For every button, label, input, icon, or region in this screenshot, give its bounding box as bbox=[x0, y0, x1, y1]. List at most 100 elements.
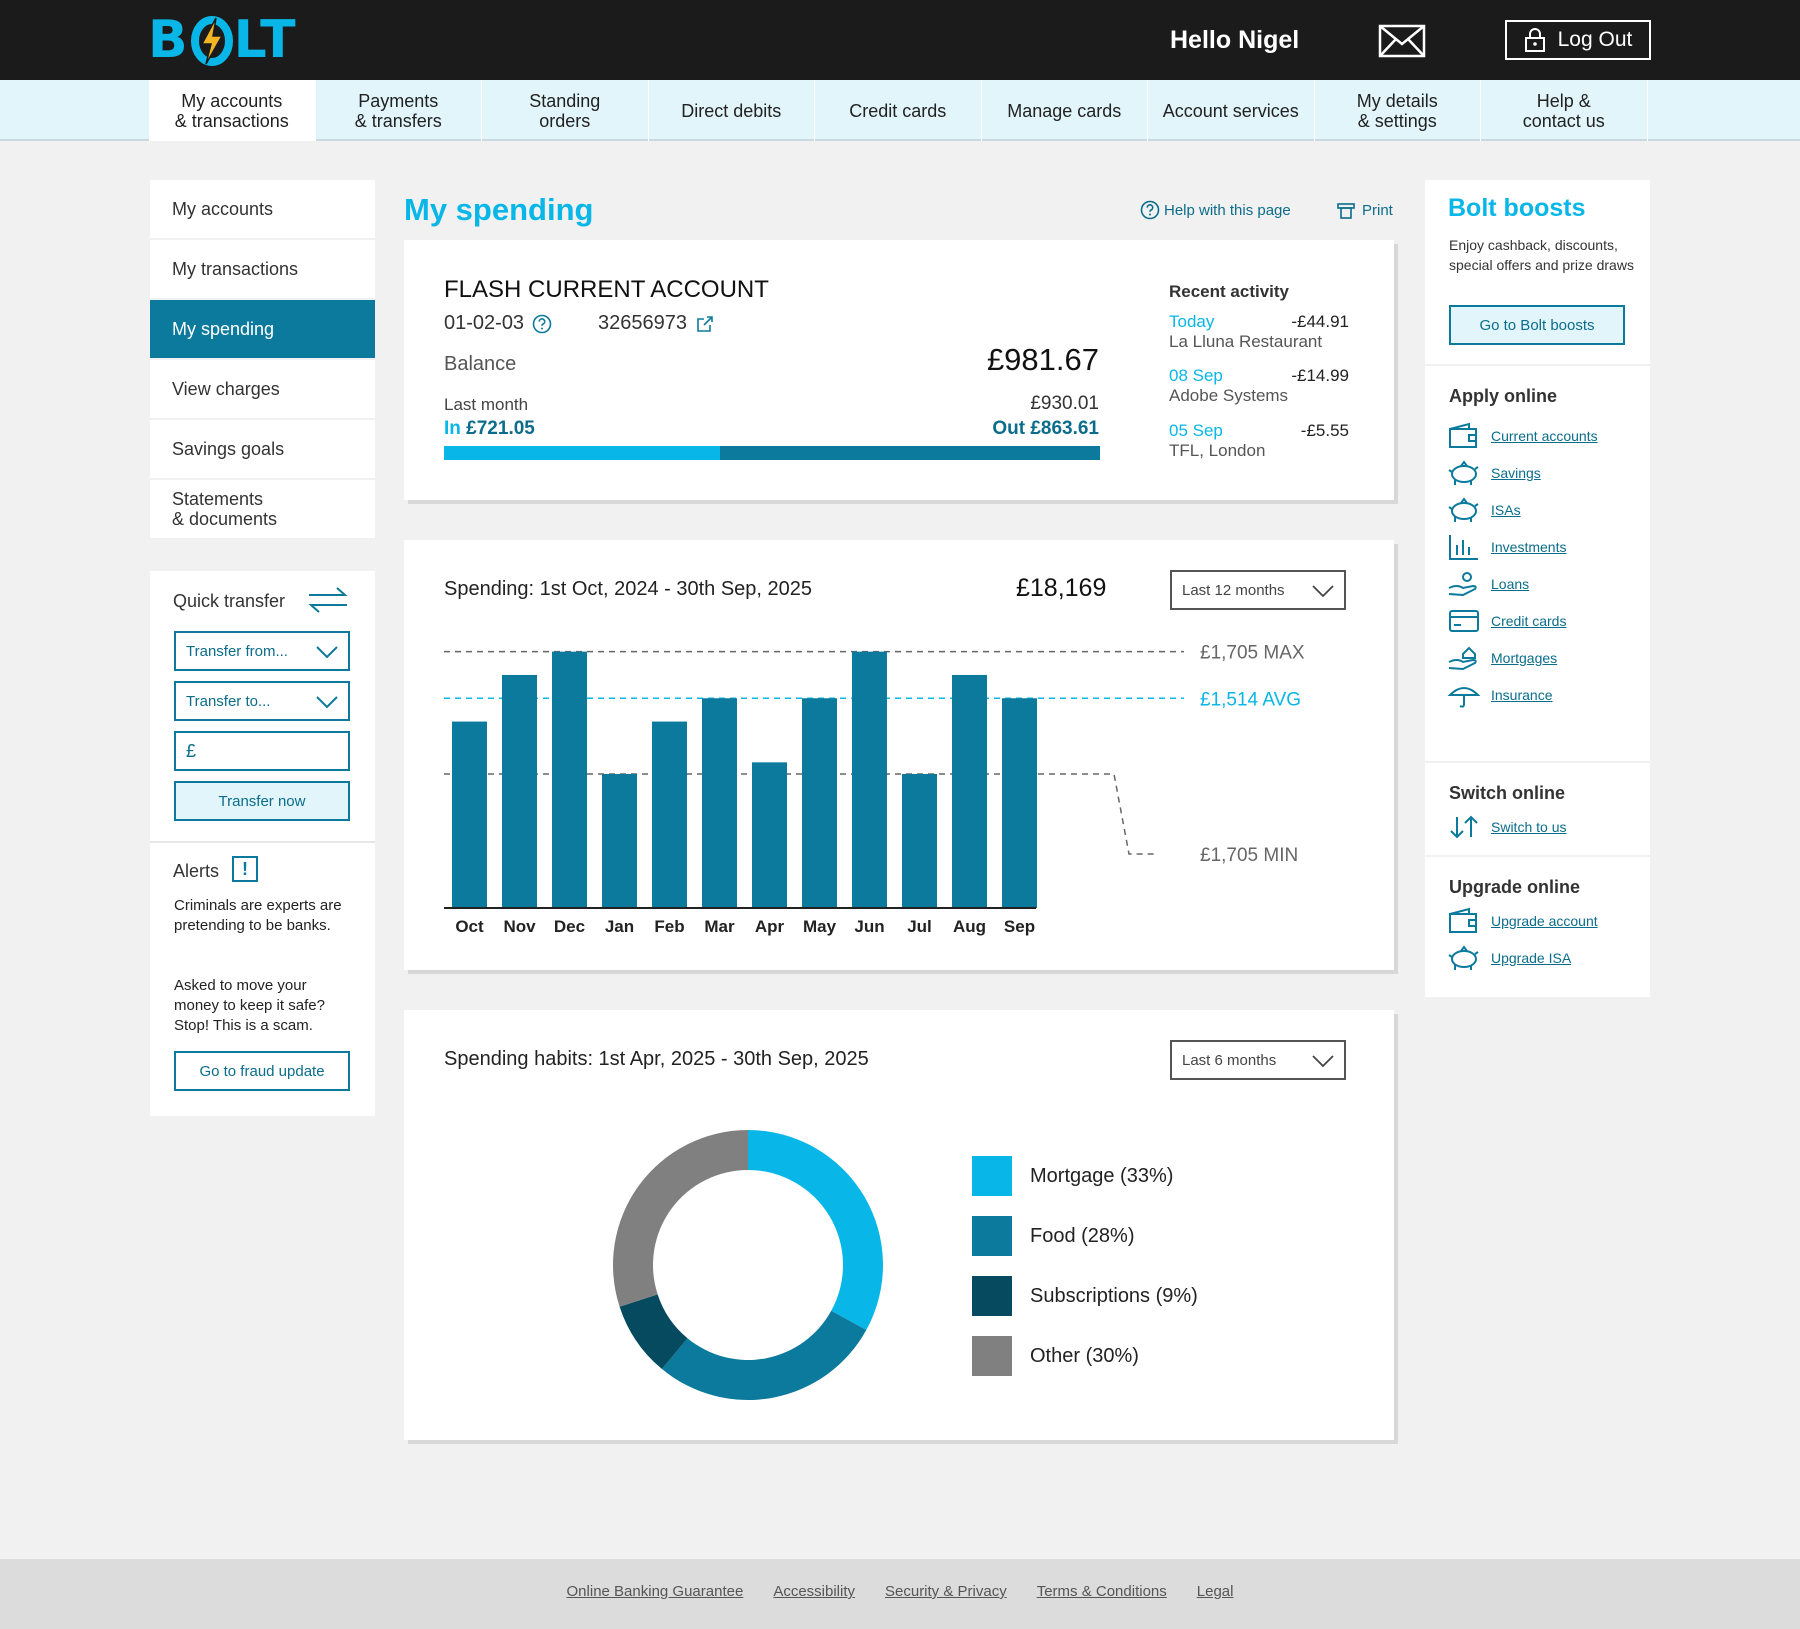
apply-link[interactable]: Loans bbox=[1447, 570, 1529, 598]
bar-jul[interactable] bbox=[902, 774, 937, 908]
link-label: Mortgages bbox=[1491, 650, 1558, 666]
footer-link[interactable]: Security & Privacy bbox=[885, 1583, 1007, 1600]
bar-feb[interactable] bbox=[652, 721, 687, 908]
main-nav-item[interactable]: Direct debits bbox=[649, 80, 815, 141]
left-nav-item[interactable]: My accounts bbox=[150, 180, 375, 238]
help-link[interactable]: Help with this page bbox=[1140, 200, 1291, 220]
apply-link[interactable]: Insurance bbox=[1447, 681, 1552, 709]
donut-slice[interactable] bbox=[613, 1130, 748, 1307]
donut-slice[interactable] bbox=[661, 1310, 867, 1400]
x-tick-label: May bbox=[803, 917, 837, 936]
main-nav-item[interactable]: My details & settings bbox=[1315, 80, 1481, 141]
transfer-to-select[interactable]: Transfer to... bbox=[174, 681, 350, 721]
question-circle-icon bbox=[1140, 200, 1160, 220]
legend-item: Food (28%) bbox=[972, 1216, 1135, 1256]
left-nav-item[interactable]: Statements & documents bbox=[150, 480, 375, 538]
donut-slice[interactable] bbox=[748, 1130, 883, 1331]
apply-link[interactable]: Mortgages bbox=[1447, 644, 1557, 672]
main-nav-item[interactable]: Standing orders bbox=[482, 80, 649, 141]
envelope-icon[interactable] bbox=[1378, 24, 1426, 58]
left-nav-item[interactable]: My spending bbox=[150, 300, 375, 358]
recent-activity-item[interactable]: 08 Sep -£14.99 Adobe Systems bbox=[1169, 366, 1349, 406]
bar-nov[interactable] bbox=[502, 674, 537, 908]
print-link[interactable]: Print bbox=[1336, 200, 1393, 220]
main-nav-item[interactable]: Manage cards bbox=[982, 80, 1148, 141]
upgrade-link[interactable]: Upgrade ISA bbox=[1447, 944, 1571, 972]
footer-link[interactable]: Terms & Conditions bbox=[1037, 1583, 1167, 1600]
link-label: Insurance bbox=[1491, 687, 1553, 703]
transfer-amount-input[interactable]: £ bbox=[174, 731, 350, 771]
link-label: Savings bbox=[1491, 465, 1541, 481]
left-nav-item[interactable]: View charges bbox=[150, 360, 375, 418]
account-summary-card: FLASH CURRENT ACCOUNT 01-02-03 32656973 … bbox=[404, 240, 1394, 500]
left-sidebar-nav: My accounts My transactions My spending Vie… bbox=[150, 180, 375, 540]
bar-jan[interactable] bbox=[602, 774, 637, 908]
spending-habits-card: Spending habits: 1st Apr, 2025 - 30th Se… bbox=[404, 1010, 1394, 1440]
x-tick-label: Aug bbox=[953, 917, 986, 936]
alert-icon: ! bbox=[232, 856, 258, 882]
bar-apr[interactable] bbox=[752, 762, 787, 908]
x-tick-label: Sep bbox=[1004, 917, 1035, 936]
account-number-value: 32656973 bbox=[598, 312, 687, 334]
bar-mar[interactable] bbox=[702, 698, 737, 908]
main-nav-item[interactable]: Payments & transfers bbox=[316, 80, 482, 141]
link-label: Upgrade ISA bbox=[1491, 950, 1572, 966]
money-in-value: £721.05 bbox=[466, 418, 535, 439]
fraud-update-button[interactable]: Go to fraud update bbox=[174, 1051, 350, 1091]
main-nav-item[interactable]: My accounts & transactions bbox=[149, 80, 316, 141]
recent-activity-item[interactable]: Today -£44.91 La Lluna Restaurant bbox=[1169, 312, 1349, 352]
bar-aug[interactable] bbox=[952, 674, 987, 908]
reference-label: £1,705 MIN bbox=[1200, 845, 1298, 866]
apply-link[interactable]: Investments bbox=[1447, 533, 1566, 561]
last-month-label: Last month bbox=[444, 395, 529, 414]
print-link-label: Print bbox=[1362, 201, 1393, 219]
footer-link[interactable]: Legal bbox=[1197, 1583, 1234, 1600]
quick-transfer-title: Quick transfer bbox=[173, 591, 286, 611]
question-circle-icon[interactable] bbox=[532, 314, 552, 334]
left-nav-item[interactable]: Savings goals bbox=[150, 420, 375, 478]
switch-to-us-link[interactable]: Switch to us bbox=[1447, 813, 1566, 841]
piggy-bank-icon bbox=[1448, 945, 1479, 970]
chevron-down-icon bbox=[316, 696, 338, 709]
main-nav-item[interactable]: Help & contact us bbox=[1481, 80, 1648, 141]
recent-activity-title: Recent activity bbox=[1169, 282, 1289, 301]
greeting: Hello Nigel bbox=[1170, 26, 1300, 54]
upgrade-link[interactable]: Upgrade account bbox=[1447, 907, 1598, 935]
switch-arrows-icon bbox=[1450, 815, 1478, 839]
bar-oct[interactable] bbox=[452, 721, 487, 908]
balance-label: Balance bbox=[444, 353, 517, 375]
alert-message-2: Asked to move your money to keep it safe… bbox=[174, 977, 325, 1034]
apply-link[interactable]: Savings bbox=[1447, 459, 1541, 487]
apply-link[interactable]: Current accounts bbox=[1447, 422, 1598, 450]
left-nav-item[interactable]: My transactions bbox=[150, 240, 375, 298]
money-out: Out £863.61 bbox=[992, 418, 1099, 440]
bar-sep[interactable] bbox=[1002, 698, 1037, 908]
transfer-from-select[interactable]: Transfer from... bbox=[174, 631, 350, 671]
recent-activity-item[interactable]: 05 Sep -£5.55 TFL, London bbox=[1169, 421, 1349, 461]
footer-link[interactable]: Online Banking Guarantee bbox=[567, 1583, 744, 1600]
external-link-icon[interactable] bbox=[695, 314, 715, 334]
apply-link[interactable]: Credit cards bbox=[1447, 607, 1566, 635]
legend-item: Mortgage (33%) bbox=[972, 1156, 1173, 1196]
logo-text-lt: LT bbox=[233, 10, 298, 70]
transfer-now-button[interactable]: Transfer now bbox=[174, 781, 350, 821]
logout-button[interactable]: Log Out bbox=[1505, 20, 1651, 60]
money-out-value: £863.61 bbox=[1030, 418, 1099, 439]
help-link-label: Help with this page bbox=[1164, 201, 1291, 219]
main-nav-item[interactable]: Account services bbox=[1148, 80, 1315, 141]
legend-swatch bbox=[972, 1156, 1012, 1196]
alert-message-1: Criminals are experts are pretending to … bbox=[174, 897, 342, 934]
legend-item: Other (30%) bbox=[972, 1336, 1139, 1376]
main-nav-item[interactable]: Credit cards bbox=[815, 80, 982, 141]
activity-amount: -£44.91 bbox=[1291, 312, 1349, 331]
bar-jun[interactable] bbox=[852, 651, 887, 908]
bolt-logo[interactable]: B LT bbox=[148, 12, 298, 68]
upgrade-online-title: Upgrade online bbox=[1449, 877, 1581, 897]
bar-may[interactable] bbox=[802, 698, 837, 908]
footer-link[interactable]: Accessibility bbox=[773, 1583, 855, 1600]
account-name: FLASH CURRENT ACCOUNT bbox=[444, 276, 769, 303]
link-label: Credit cards bbox=[1491, 613, 1567, 629]
bolt-boosts-button[interactable]: Go to Bolt boosts bbox=[1449, 305, 1625, 345]
apply-link[interactable]: ISAs bbox=[1447, 496, 1521, 524]
bar-dec[interactable] bbox=[552, 651, 587, 908]
